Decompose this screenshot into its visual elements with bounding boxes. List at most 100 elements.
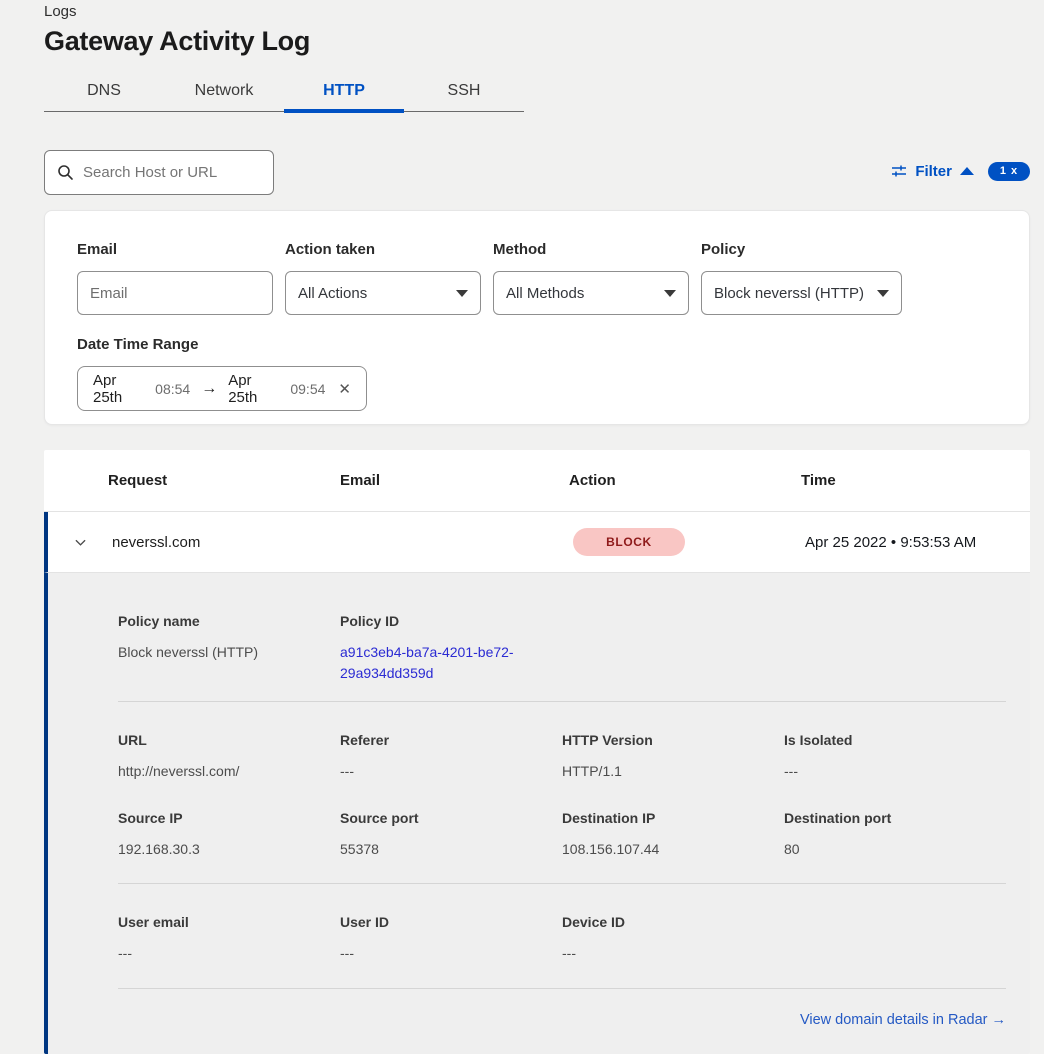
chevron-down-icon <box>877 290 889 297</box>
device-id-label: Device ID <box>562 914 784 930</box>
start-date: Apr 25th <box>93 372 144 406</box>
method-label: Method <box>493 241 689 258</box>
date-range-label: Date Time Range <box>77 336 997 353</box>
source-port-label: Source port <box>340 810 562 826</box>
destination-port-value: 80 <box>784 839 1006 860</box>
search-input[interactable] <box>83 164 282 181</box>
referer-field: Referer --- <box>340 732 562 782</box>
policy-filter: Policy Block neverssl (HTTP) <box>701 241 902 315</box>
method-filter: Method All Methods <box>493 241 689 315</box>
email-filter: Email <box>77 241 273 315</box>
start-time: 08:54 <box>155 381 190 397</box>
http-version-label: HTTP Version <box>562 732 784 748</box>
is-isolated-value: --- <box>784 761 1006 782</box>
tab-http[interactable]: HTTP <box>284 74 404 111</box>
table-row[interactable]: neverssl.com BLOCK Apr 25 2022 • 9:53:53… <box>44 512 1030 573</box>
filter-icon <box>891 163 907 179</box>
policy-id-label: Policy ID <box>340 613 562 629</box>
action-taken-filter: Action taken All Actions <box>285 241 481 315</box>
section-divider <box>118 988 1006 989</box>
row-details-panel: Policy name Block neverssl (HTTP) Policy… <box>44 573 1030 1054</box>
active-tab-indicator <box>284 109 404 113</box>
header-action: Action <box>569 472 801 489</box>
section-divider <box>118 883 1006 884</box>
referer-value: --- <box>340 761 562 782</box>
tab-bar: DNS Network HTTP SSH <box>44 74 524 112</box>
header-request: Request <box>108 472 340 489</box>
table-header-row: Request Email Action Time <box>44 450 1030 512</box>
section-divider <box>118 701 1006 702</box>
filter-label: Filter <box>915 163 952 180</box>
http-version-value: HTTP/1.1 <box>562 761 784 782</box>
search-icon <box>57 164 74 181</box>
tab-ssh[interactable]: SSH <box>404 74 524 111</box>
range-arrow-icon: → <box>201 380 217 398</box>
policy-name-value: Block neverssl (HTTP) <box>118 642 340 663</box>
destination-port-label: Destination port <box>784 810 1006 826</box>
method-value: All Methods <box>506 285 584 302</box>
filter-count-badge[interactable]: 1 x <box>988 162 1030 181</box>
action-taken-label: Action taken <box>285 241 481 258</box>
policy-value: Block neverssl (HTTP) <box>714 285 864 302</box>
activity-log-table: Request Email Action Time neverssl.com B… <box>44 450 1030 1054</box>
policy-name-field: Policy name Block neverssl (HTTP) <box>118 613 340 684</box>
date-range-filter: Date Time Range Apr 25th 08:54 → Apr 25t… <box>77 336 997 411</box>
policy-select[interactable]: Block neverssl (HTTP) <box>701 271 902 315</box>
tab-dns[interactable]: DNS <box>44 74 164 111</box>
policy-name-label: Policy name <box>118 613 340 629</box>
user-id-field: User ID --- <box>340 914 562 964</box>
user-id-label: User ID <box>340 914 562 930</box>
search-box[interactable] <box>44 150 274 195</box>
header-time: Time <box>801 472 1030 489</box>
referer-label: Referer <box>340 732 562 748</box>
policy-id-link[interactable]: a91c3eb4-ba7a-4201-be72-29a934dd359d <box>340 642 535 684</box>
source-port-value: 55378 <box>340 839 562 860</box>
action-taken-select[interactable]: All Actions <box>285 271 481 315</box>
user-id-value: --- <box>340 943 562 964</box>
destination-ip-label: Destination IP <box>562 810 784 826</box>
source-ip-value: 192.168.30.3 <box>118 839 340 860</box>
device-id-field: Device ID --- <box>562 914 784 964</box>
breadcrumb-logs[interactable]: Logs <box>44 3 77 20</box>
method-select[interactable]: All Methods <box>493 271 689 315</box>
clear-date-range-icon[interactable]: ✕ <box>338 380 351 398</box>
chevron-down-icon <box>664 290 676 297</box>
is-isolated-field: Is Isolated --- <box>784 732 1006 782</box>
collapse-caret-icon <box>960 167 974 175</box>
user-email-value: --- <box>118 943 340 964</box>
end-date: Apr 25th <box>228 372 279 406</box>
destination-ip-field: Destination IP 108.156.107.44 <box>562 810 784 860</box>
http-version-field: HTTP Version HTTP/1.1 <box>562 732 784 782</box>
page-title: Gateway Activity Log <box>44 26 310 57</box>
email-label: Email <box>77 241 273 258</box>
radar-link[interactable]: View domain details in Radar → <box>800 1012 1006 1028</box>
source-port-field: Source port 55378 <box>340 810 562 860</box>
email-input[interactable] <box>90 285 260 302</box>
row-time: Apr 25 2022 • 9:53:53 AM <box>805 534 1030 551</box>
url-label: URL <box>118 732 340 748</box>
policy-id-field: Policy ID a91c3eb4-ba7a-4201-be72-29a934… <box>340 613 562 684</box>
action-taken-value: All Actions <box>298 285 367 302</box>
destination-port-field: Destination port 80 <box>784 810 1006 860</box>
user-email-label: User email <box>118 914 340 930</box>
header-email: Email <box>340 472 569 489</box>
source-ip-field: Source IP 192.168.30.3 <box>118 810 340 860</box>
source-ip-label: Source IP <box>118 810 340 826</box>
row-expand-chevron-icon[interactable] <box>48 535 112 550</box>
row-request: neverssl.com <box>112 534 344 551</box>
tab-network[interactable]: Network <box>164 74 284 111</box>
filter-panel: Email Action taken All Actions Method Al… <box>44 210 1030 425</box>
is-isolated-label: Is Isolated <box>784 732 1006 748</box>
chevron-down-icon <box>456 290 468 297</box>
filter-toggle[interactable]: Filter 1 x <box>891 159 1030 183</box>
action-block-badge: BLOCK <box>573 528 685 556</box>
end-time: 09:54 <box>290 381 325 397</box>
device-id-value: --- <box>562 943 784 964</box>
date-range-picker[interactable]: Apr 25th 08:54 → Apr 25th 09:54 ✕ <box>77 366 367 411</box>
destination-ip-value: 108.156.107.44 <box>562 839 784 860</box>
email-field[interactable] <box>77 271 273 315</box>
user-email-field: User email --- <box>118 914 340 964</box>
url-field: URL http://neverssl.com/ <box>118 732 340 782</box>
url-value: http://neverssl.com/ <box>118 761 340 782</box>
policy-label: Policy <box>701 241 902 258</box>
